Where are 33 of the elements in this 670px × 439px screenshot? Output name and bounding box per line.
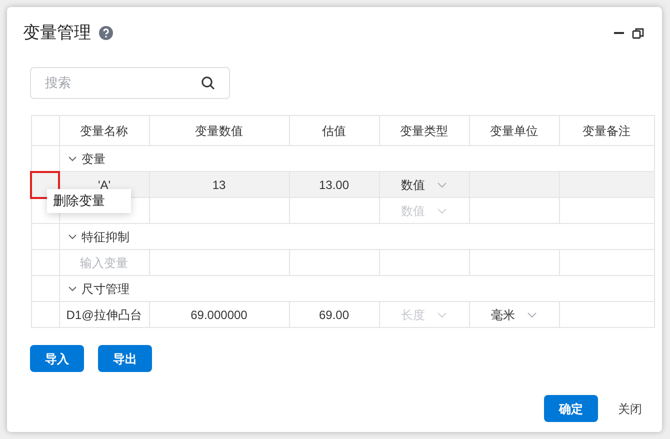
help-icon[interactable] (99, 26, 113, 40)
placeholder-text: 输入变量 (80, 256, 128, 270)
table-cell: 69.00 (318, 308, 350, 322)
close-button[interactable]: 关闭 (618, 400, 642, 418)
table-cell: D1@拉伸凸台 (66, 308, 142, 322)
chevron-down-icon (437, 312, 447, 318)
column-header: 变量数值 (195, 124, 243, 138)
table-cell: 'A' (98, 178, 111, 192)
column-header: 变量类型 (400, 124, 448, 138)
table-cell: 13.00 (318, 178, 350, 192)
column-header: 变量名称 (80, 124, 128, 138)
group-label: 特征抑制 (82, 228, 130, 246)
chevron-down-icon (437, 208, 447, 214)
group-label: 尺寸管理 (82, 280, 130, 298)
action-button[interactable]: 导出 (98, 345, 152, 372)
chevron-down-icon[interactable] (68, 156, 76, 162)
column-header: 变量单位 (490, 124, 538, 138)
chevron-down-icon[interactable] (68, 286, 76, 292)
column-header: 估值 (322, 124, 346, 138)
chevron-down-icon (527, 312, 537, 318)
placeholder-text: 搜索 (45, 74, 72, 92)
table-cell: 13 (212, 178, 226, 192)
table-cell: 69.000000 (190, 308, 248, 322)
window-title: 变量管理 (23, 22, 91, 44)
action-button[interactable]: 导入 (30, 345, 84, 372)
restore-icon[interactable] (632, 27, 644, 39)
search-icon[interactable] (201, 76, 215, 90)
chevron-down-icon[interactable] (68, 234, 76, 240)
chevron-down-icon (437, 182, 447, 188)
search-field[interactable]: 搜索 (30, 67, 230, 99)
group-label: 变量 (82, 150, 106, 168)
column-header: 变量备注 (582, 124, 630, 138)
confirm-button[interactable]: 确定 (544, 395, 598, 422)
